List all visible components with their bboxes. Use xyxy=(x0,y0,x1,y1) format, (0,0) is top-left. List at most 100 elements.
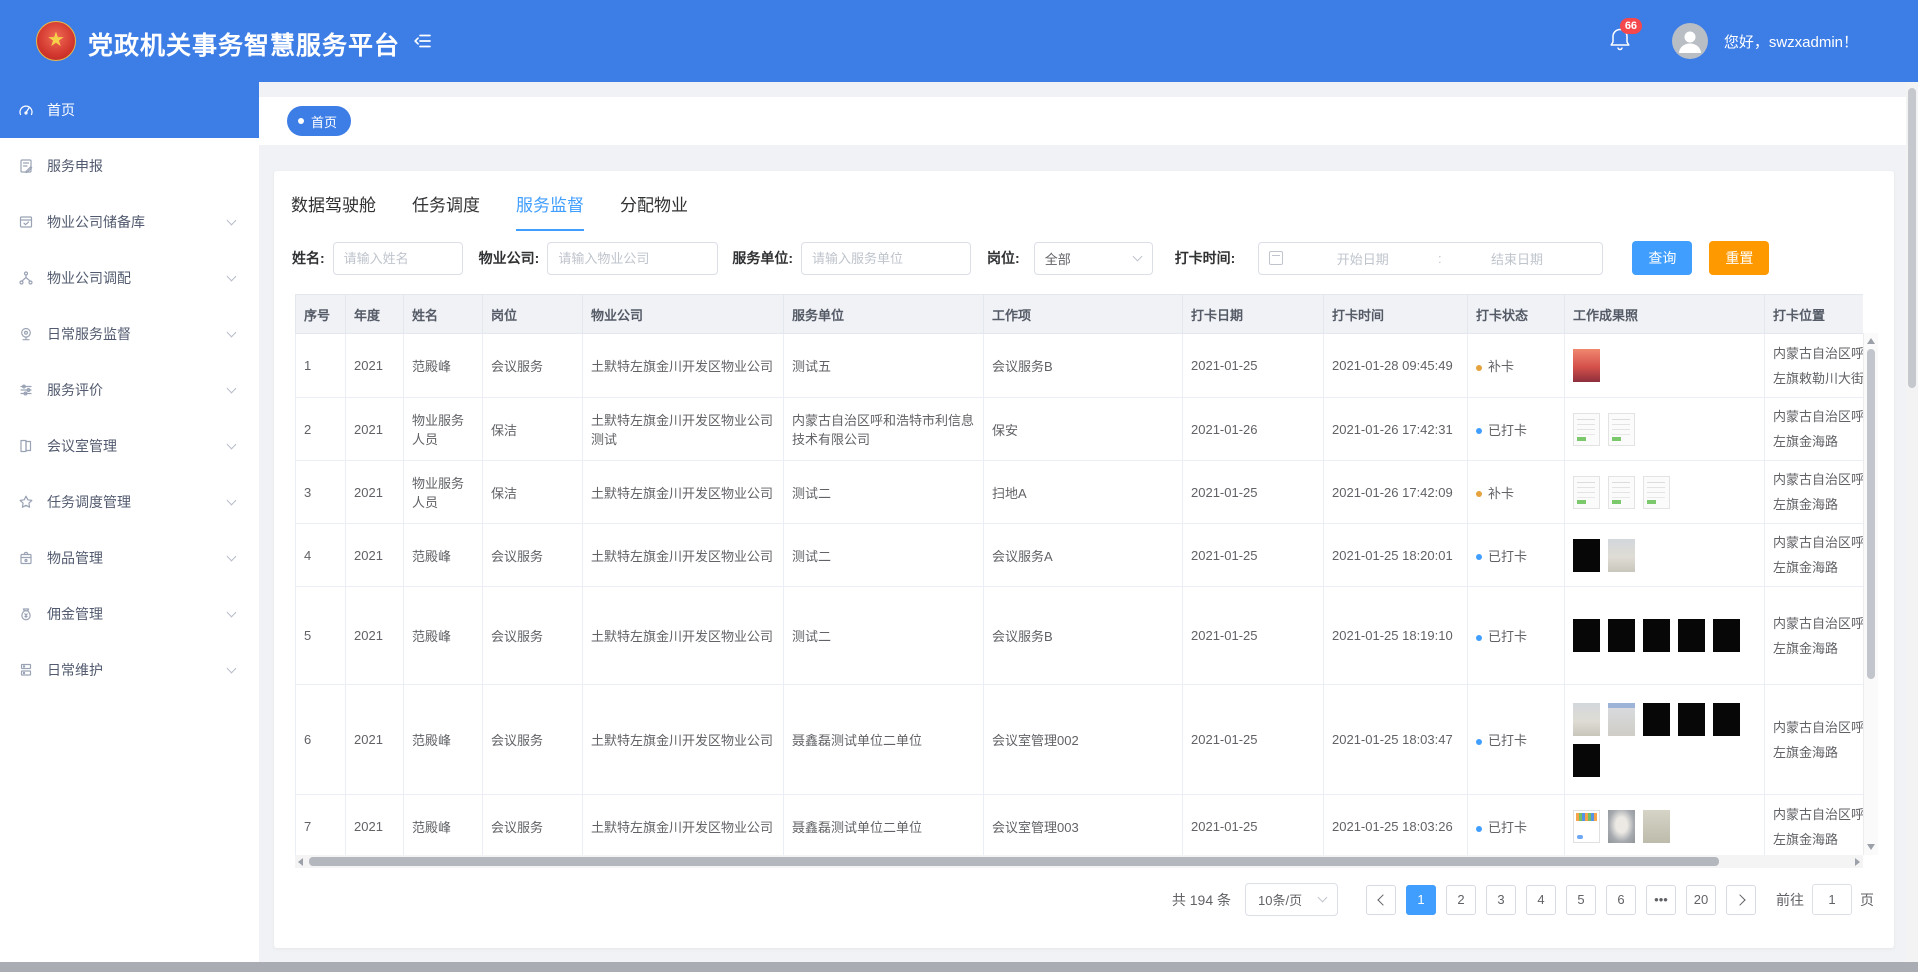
cell-status: 已打卡 xyxy=(1468,524,1565,587)
cell-year: 2021 xyxy=(346,795,404,856)
page-size-select[interactable]: 10条/页 xyxy=(1245,883,1338,916)
sidebar-item-2[interactable]: 服务申报 xyxy=(0,138,259,194)
avatar[interactable] xyxy=(1672,23,1708,59)
work-result-photo[interactable] xyxy=(1608,413,1635,446)
sidebar-item-8[interactable]: 任务调度管理 xyxy=(0,474,259,530)
page-button-1[interactable]: 1 xyxy=(1406,885,1436,915)
checkin-daterange-input[interactable]: 开始日期 : 结束日期 xyxy=(1258,242,1603,275)
status-label: 已打卡 xyxy=(1488,423,1527,438)
query-button[interactable]: 查询 xyxy=(1632,241,1692,275)
notification-bell-icon[interactable]: 66 xyxy=(1608,26,1634,56)
scroll-right-arrow-icon[interactable] xyxy=(1855,858,1860,866)
sidebar-item-6[interactable]: 服务评价 xyxy=(0,362,259,418)
sidebar-item-3[interactable]: 物业公司储备库 xyxy=(0,194,259,250)
page-button-5[interactable]: 5 xyxy=(1566,885,1596,915)
company-filter-input[interactable] xyxy=(547,242,718,275)
work-result-photo[interactable] xyxy=(1678,703,1705,736)
monitor-icon xyxy=(18,326,34,342)
sidebar-item-1[interactable]: 首页 xyxy=(0,82,259,138)
work-result-photo[interactable] xyxy=(1573,703,1600,736)
cell-task: 会议室管理003 xyxy=(984,795,1183,856)
end-date-placeholder[interactable]: 结束日期 xyxy=(1442,249,1593,268)
work-result-photo[interactable] xyxy=(1713,619,1740,652)
browser-horizontal-scrollbar[interactable] xyxy=(0,962,1918,972)
name-filter-input[interactable] xyxy=(333,242,463,275)
table-horizontal-scrollbar[interactable] xyxy=(295,855,1863,868)
browser-vertical-scrollbar[interactable] xyxy=(1906,82,1918,962)
tab-4[interactable]: 分配物业 xyxy=(620,191,688,231)
work-result-photo[interactable] xyxy=(1643,703,1670,736)
scroll-up-arrow-icon[interactable] xyxy=(1867,338,1875,344)
column-header: 序号 xyxy=(296,295,346,334)
scroll-left-arrow-icon[interactable] xyxy=(298,858,303,866)
cell-no: 5 xyxy=(296,587,346,685)
work-result-photo[interactable] xyxy=(1573,619,1600,652)
table-vertical-scrollbar[interactable] xyxy=(1863,333,1878,855)
emblem-star-icon: ★ xyxy=(47,30,65,50)
sidebar-item-label: 物业公司调配 xyxy=(47,268,131,288)
sidebar-item-4[interactable]: 物业公司调配 xyxy=(0,250,259,306)
work-result-photo[interactable] xyxy=(1573,810,1600,843)
cell-status: 已打卡 xyxy=(1468,685,1565,795)
vertical-scroll-thumb[interactable] xyxy=(1867,349,1875,679)
work-result-photo[interactable] xyxy=(1643,810,1670,843)
work-result-photo[interactable] xyxy=(1608,476,1635,509)
sidebar-item-5[interactable]: 日常服务监督 xyxy=(0,306,259,362)
work-result-photo[interactable] xyxy=(1713,703,1740,736)
status-label: 已打卡 xyxy=(1488,820,1527,835)
prev-page-button[interactable] xyxy=(1366,885,1396,915)
work-result-photo[interactable] xyxy=(1573,413,1600,446)
sidebar-item-7[interactable]: 会议室管理 xyxy=(0,418,259,474)
work-result-photo[interactable] xyxy=(1608,703,1635,736)
cell-no: 1 xyxy=(296,334,346,398)
app-header: ★ 党政机关事务智慧服务平台 66 您好，swzxadmin！ xyxy=(0,0,1918,82)
work-result-photo[interactable] xyxy=(1608,619,1635,652)
unit-filter-label: 服务单位: xyxy=(732,248,793,268)
sidebar-item-9[interactable]: 物品管理 xyxy=(0,530,259,586)
sidebar-item-10[interactable]: 佣金管理 xyxy=(0,586,259,642)
scroll-down-arrow-icon[interactable] xyxy=(1867,844,1875,850)
next-page-button[interactable] xyxy=(1726,885,1756,915)
work-result-photo[interactable] xyxy=(1643,619,1670,652)
page-button-20[interactable]: 20 xyxy=(1686,885,1716,915)
cell-task: 会议服务B xyxy=(984,587,1183,685)
location-line1: 内蒙古自治区呼和浩 xyxy=(1773,341,1855,366)
location-line1: 内蒙古自治区呼和浩 xyxy=(1773,530,1855,555)
cell-company: 土默特左旗金川开发区物业公司 xyxy=(583,461,784,524)
start-date-placeholder[interactable]: 开始日期 xyxy=(1287,249,1438,268)
horizontal-scroll-thumb[interactable] xyxy=(309,857,1719,866)
page-button-6[interactable]: 6 xyxy=(1606,885,1636,915)
page-button-4[interactable]: 4 xyxy=(1526,885,1556,915)
reset-button[interactable]: 重置 xyxy=(1709,241,1769,275)
menu-collapse-icon[interactable] xyxy=(413,31,433,51)
breadcrumb-tag-home[interactable]: 首页 xyxy=(287,106,351,136)
cell-task: 扫地A xyxy=(984,461,1183,524)
post-filter-select[interactable]: 全部 xyxy=(1034,242,1153,275)
cell-company: 土默特左旗金川开发区物业公司 xyxy=(583,685,784,795)
work-result-photo[interactable] xyxy=(1573,349,1600,382)
work-result-photo[interactable] xyxy=(1643,476,1670,509)
sidebar-item-11[interactable]: 日常维护 xyxy=(0,642,259,698)
goto-label: 前往 xyxy=(1776,890,1804,910)
browser-scroll-thumb[interactable] xyxy=(1908,88,1916,388)
tab-2[interactable]: 任务调度 xyxy=(412,191,480,231)
more-pages-button[interactable]: ••• xyxy=(1646,885,1676,915)
work-result-photo[interactable] xyxy=(1608,539,1635,572)
location-line1: 内蒙古自治区呼和浩 xyxy=(1773,404,1855,429)
work-result-photo[interactable] xyxy=(1678,619,1705,652)
cell-photos xyxy=(1565,795,1765,856)
page-button-2[interactable]: 2 xyxy=(1446,885,1476,915)
work-result-photo[interactable] xyxy=(1573,476,1600,509)
tab-3[interactable]: 服务监督 xyxy=(516,191,584,231)
column-header: 打卡状态 xyxy=(1468,295,1565,334)
work-result-photo[interactable] xyxy=(1573,744,1600,777)
page-button-3[interactable]: 3 xyxy=(1486,885,1516,915)
work-result-photo[interactable] xyxy=(1573,539,1600,572)
work-result-photo[interactable] xyxy=(1608,810,1635,843)
breadcrumb-label: 首页 xyxy=(311,112,337,131)
goto-page-input[interactable] xyxy=(1812,884,1852,915)
unit-filter-input[interactable] xyxy=(801,242,971,275)
notification-badge: 66 xyxy=(1620,18,1642,34)
cell-name: 范殿峰 xyxy=(404,334,483,398)
tab-1[interactable]: 数据驾驶舱 xyxy=(291,191,376,231)
